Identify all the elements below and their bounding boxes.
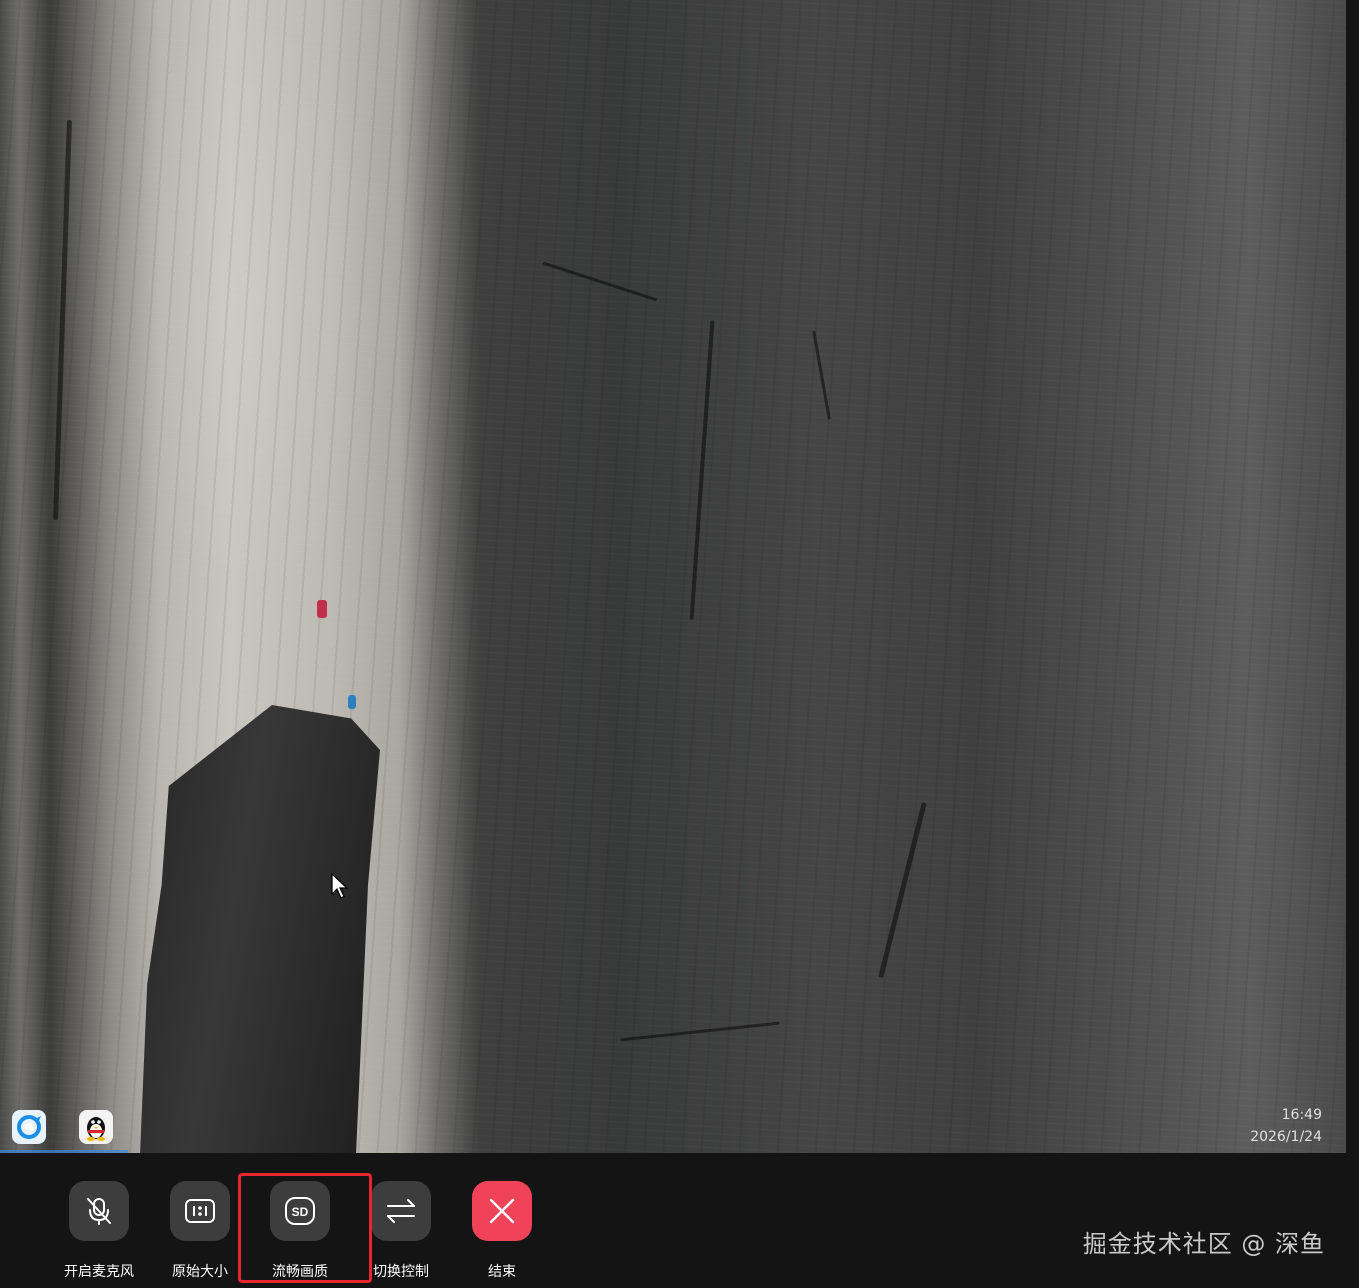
enable-mic-label: 开启麦克风 [64, 1264, 134, 1280]
qq-penguin-icon[interactable] [79, 1110, 113, 1144]
original-size-button[interactable]: 原始大小 [155, 1181, 245, 1281]
original-size-circle [170, 1181, 230, 1241]
system-clock[interactable]: 16:49 2026/1/24 [1250, 1104, 1322, 1148]
watermark-text: 掘金技术社区 @ 深鱼 [1082, 1230, 1325, 1258]
original-size-label: 原始大小 [172, 1264, 228, 1280]
enable-mic-button[interactable]: 开启麦克风 [54, 1181, 144, 1281]
end-session-label: 结束 [488, 1264, 516, 1280]
close-icon [489, 1198, 515, 1224]
highlight-annotation-box [238, 1173, 372, 1283]
clock-date: 2026/1/24 [1250, 1129, 1322, 1145]
mic-off-icon [87, 1198, 111, 1225]
switch-control-circle [371, 1181, 431, 1241]
clock-time: 16:49 [1281, 1107, 1322, 1123]
swap-arrows-icon [387, 1199, 415, 1223]
browser-app-icon[interactable] [12, 1110, 46, 1144]
remote-control-bar: 开启麦克风 原始大小 SD 流畅画质 切换控制 结束 掘金技术社区 @ 深鱼 [0, 1153, 1359, 1288]
climber-blue [348, 695, 356, 709]
mouse-cursor-icon [331, 872, 349, 899]
remote-desktop-screen[interactable]: 16:49 2026/1/24 [0, 0, 1346, 1153]
end-session-button[interactable]: 结束 [457, 1181, 547, 1281]
end-session-circle [472, 1181, 532, 1241]
mic-button-circle [69, 1181, 129, 1241]
climber-red [317, 600, 327, 618]
ratio-1-1-icon [185, 1199, 215, 1223]
